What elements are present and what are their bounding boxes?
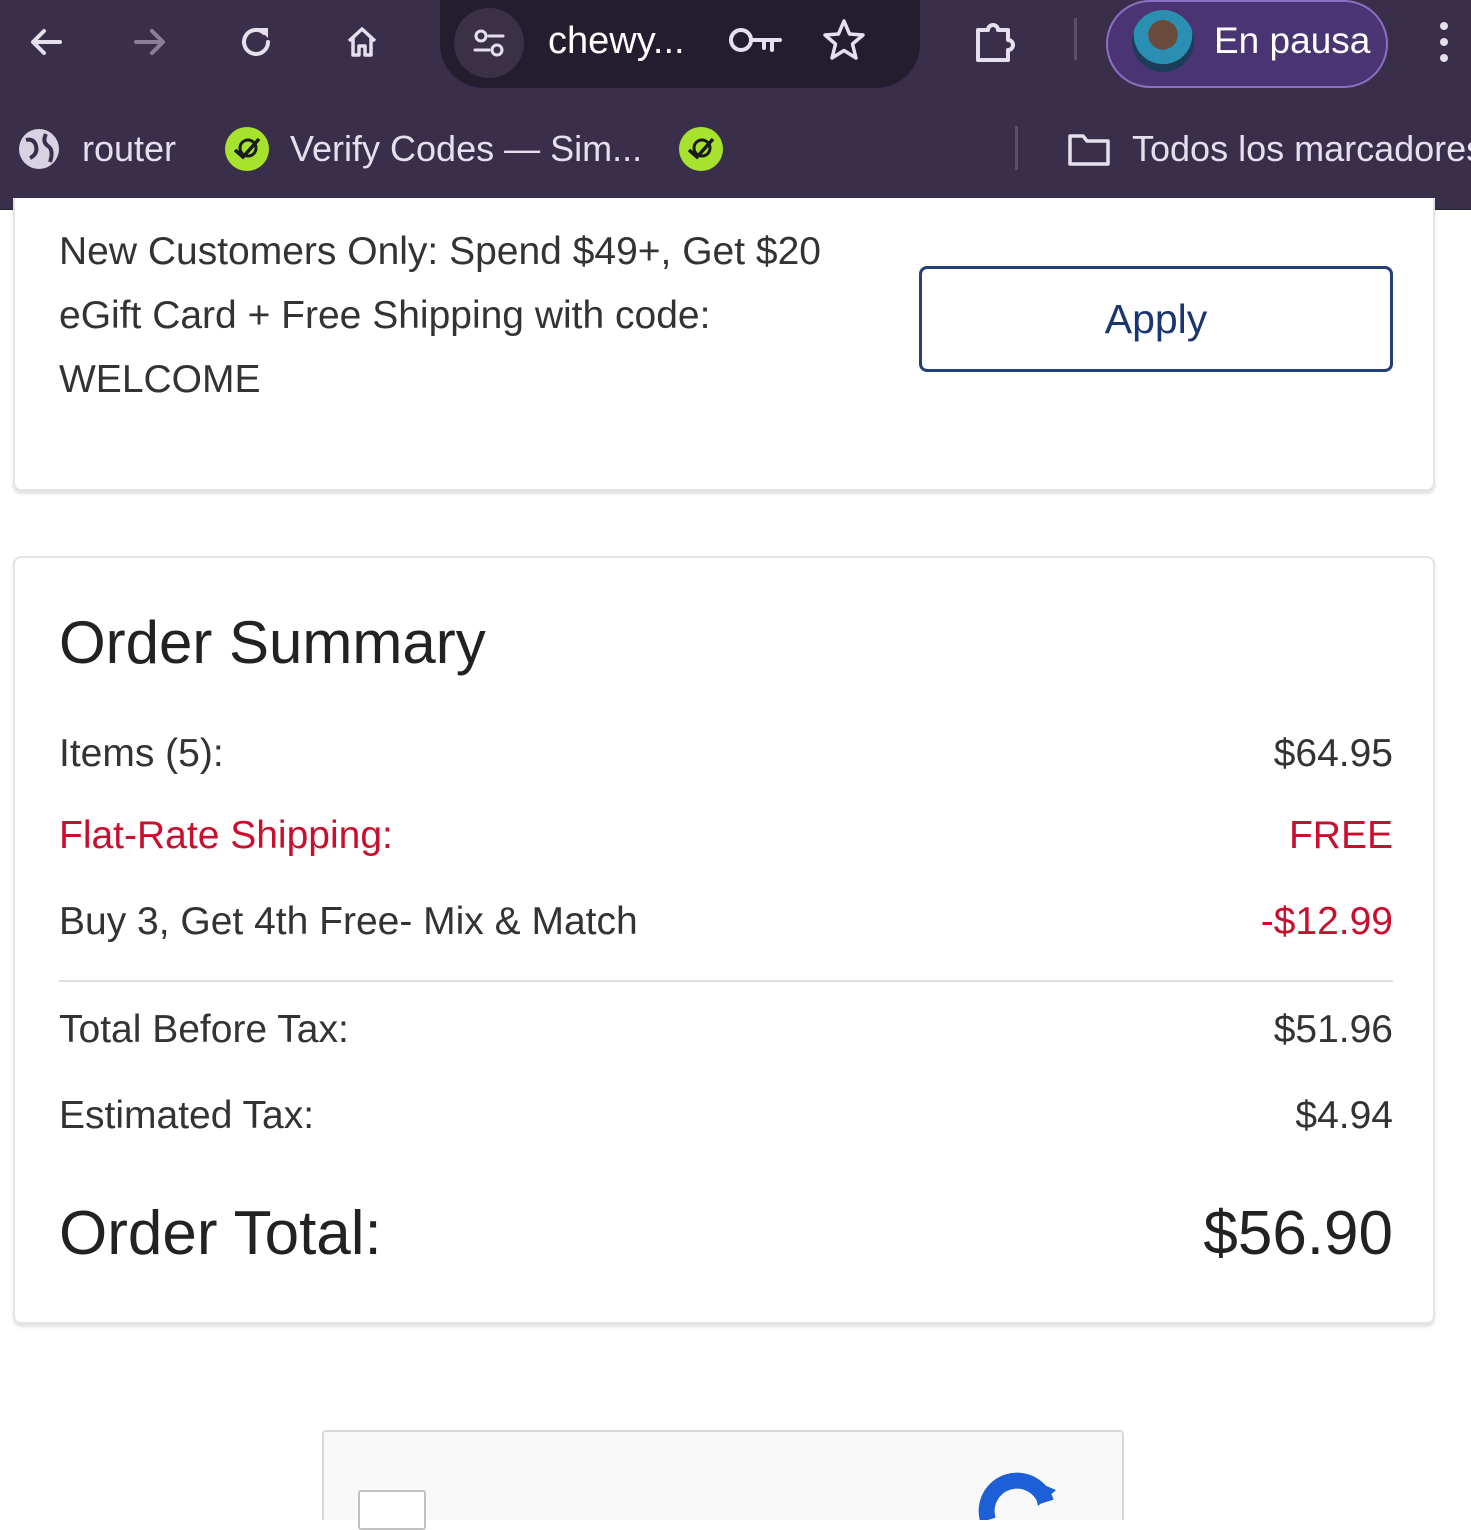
shipping-label: Flat-Rate Shipping: xyxy=(59,814,393,857)
reload-icon xyxy=(242,27,270,56)
summary-divider xyxy=(59,980,1393,982)
all-bookmarks-label: Todos los marcadores xyxy=(1132,128,1471,169)
promo-line: New Customers Only: Spend $49+, Get $20 xyxy=(59,230,821,273)
profile-button[interactable]: En pausa xyxy=(1106,0,1388,88)
before-tax-label: Total Before Tax: xyxy=(59,1008,349,1051)
site-info-button[interactable] xyxy=(454,8,524,78)
summary-row-tax: Estimated Tax: $4.94 xyxy=(59,1094,1393,1138)
address-bar[interactable]: chewy... xyxy=(440,0,920,88)
summary-row-order-total: Order Total: $56.90 xyxy=(59,1198,1393,1269)
bookmarks-bar: router Verify Codes — Sim... Todos los m… xyxy=(0,100,1471,210)
bookmarks-separator xyxy=(1015,126,1018,170)
summary-row-before-tax: Total Before Tax: $51.96 xyxy=(59,1008,1393,1052)
order-total-value: $56.90 xyxy=(1203,1199,1393,1268)
arrow-left-icon xyxy=(31,29,62,55)
tax-value: $4.94 xyxy=(1295,1094,1393,1137)
browser-toolbar: chewy... En pausa xyxy=(0,0,1471,100)
promotion-label: Buy 3, Get 4th Free- Mix & Match xyxy=(59,900,638,943)
summary-row-items: Items (5): $64.95 xyxy=(59,732,1393,776)
bookmark-label: Verify Codes — Sim... xyxy=(290,128,643,169)
recaptcha-checkbox[interactable] xyxy=(358,1490,426,1530)
before-tax-value: $51.96 xyxy=(1273,1008,1393,1051)
apply-promo-button[interactable]: Apply xyxy=(919,266,1393,372)
puzzle-icon xyxy=(976,23,1015,62)
promo-card: New Customers Only: Spend $49+, Get $20 … xyxy=(13,198,1435,491)
tax-label: Estimated Tax: xyxy=(59,1094,315,1137)
bookmark-router[interactable]: router xyxy=(16,124,176,174)
promo-description: New Customers Only: Spend $49+, Get $20 … xyxy=(59,220,889,412)
star-icon xyxy=(823,19,865,60)
promo-code: WELCOME xyxy=(59,358,261,401)
url-text[interactable]: chewy... xyxy=(548,20,685,63)
bookmark-star-button[interactable] xyxy=(820,16,868,69)
bookmark-verify-codes[interactable]: Verify Codes — Sim... xyxy=(224,124,642,174)
password-key-button[interactable] xyxy=(726,18,786,67)
avatar xyxy=(1132,10,1194,72)
recaptcha-logo-icon xyxy=(978,1472,1056,1520)
browser-menu-button[interactable] xyxy=(1434,14,1454,75)
profile-status-label: En pausa xyxy=(1214,20,1371,61)
bookmark-unnamed[interactable] xyxy=(678,124,744,174)
toolbar-separator xyxy=(1074,18,1077,60)
shipping-value: FREE xyxy=(1288,814,1393,857)
reload-button[interactable] xyxy=(228,14,284,70)
arrow-right-icon xyxy=(134,29,165,55)
promo-line: eGift Card + Free Shipping with code: xyxy=(59,294,711,337)
bookmark-label: router xyxy=(82,128,177,169)
forward-button[interactable] xyxy=(122,14,178,70)
green-badge-icon xyxy=(679,127,723,171)
items-label: Items (5): xyxy=(59,732,224,775)
order-summary-card: Order Summary Items (5): $64.95 Flat-Rat… xyxy=(13,556,1435,1324)
home-button[interactable] xyxy=(334,14,390,70)
order-total-label: Order Total: xyxy=(59,1199,382,1268)
summary-row-promotion: Buy 3, Get 4th Free- Mix & Match -$12.99 xyxy=(59,900,1393,944)
folder-icon xyxy=(1068,134,1110,166)
all-bookmarks-button[interactable]: Todos los marcadores xyxy=(1066,124,1471,174)
extensions-button[interactable] xyxy=(968,14,1024,75)
home-icon xyxy=(347,27,377,57)
key-icon xyxy=(729,28,782,52)
items-value: $64.95 xyxy=(1273,732,1393,775)
summary-row-shipping: Flat-Rate Shipping: FREE xyxy=(59,814,1393,858)
promotion-value: -$12.99 xyxy=(1260,900,1393,943)
globe-icon xyxy=(19,129,59,169)
tune-icon xyxy=(473,29,505,57)
green-badge-icon xyxy=(225,127,269,171)
order-summary-title: Order Summary xyxy=(59,609,486,676)
recaptcha-widget xyxy=(322,1430,1124,1530)
back-button[interactable] xyxy=(18,14,74,70)
kebab-menu-icon xyxy=(1440,22,1448,62)
